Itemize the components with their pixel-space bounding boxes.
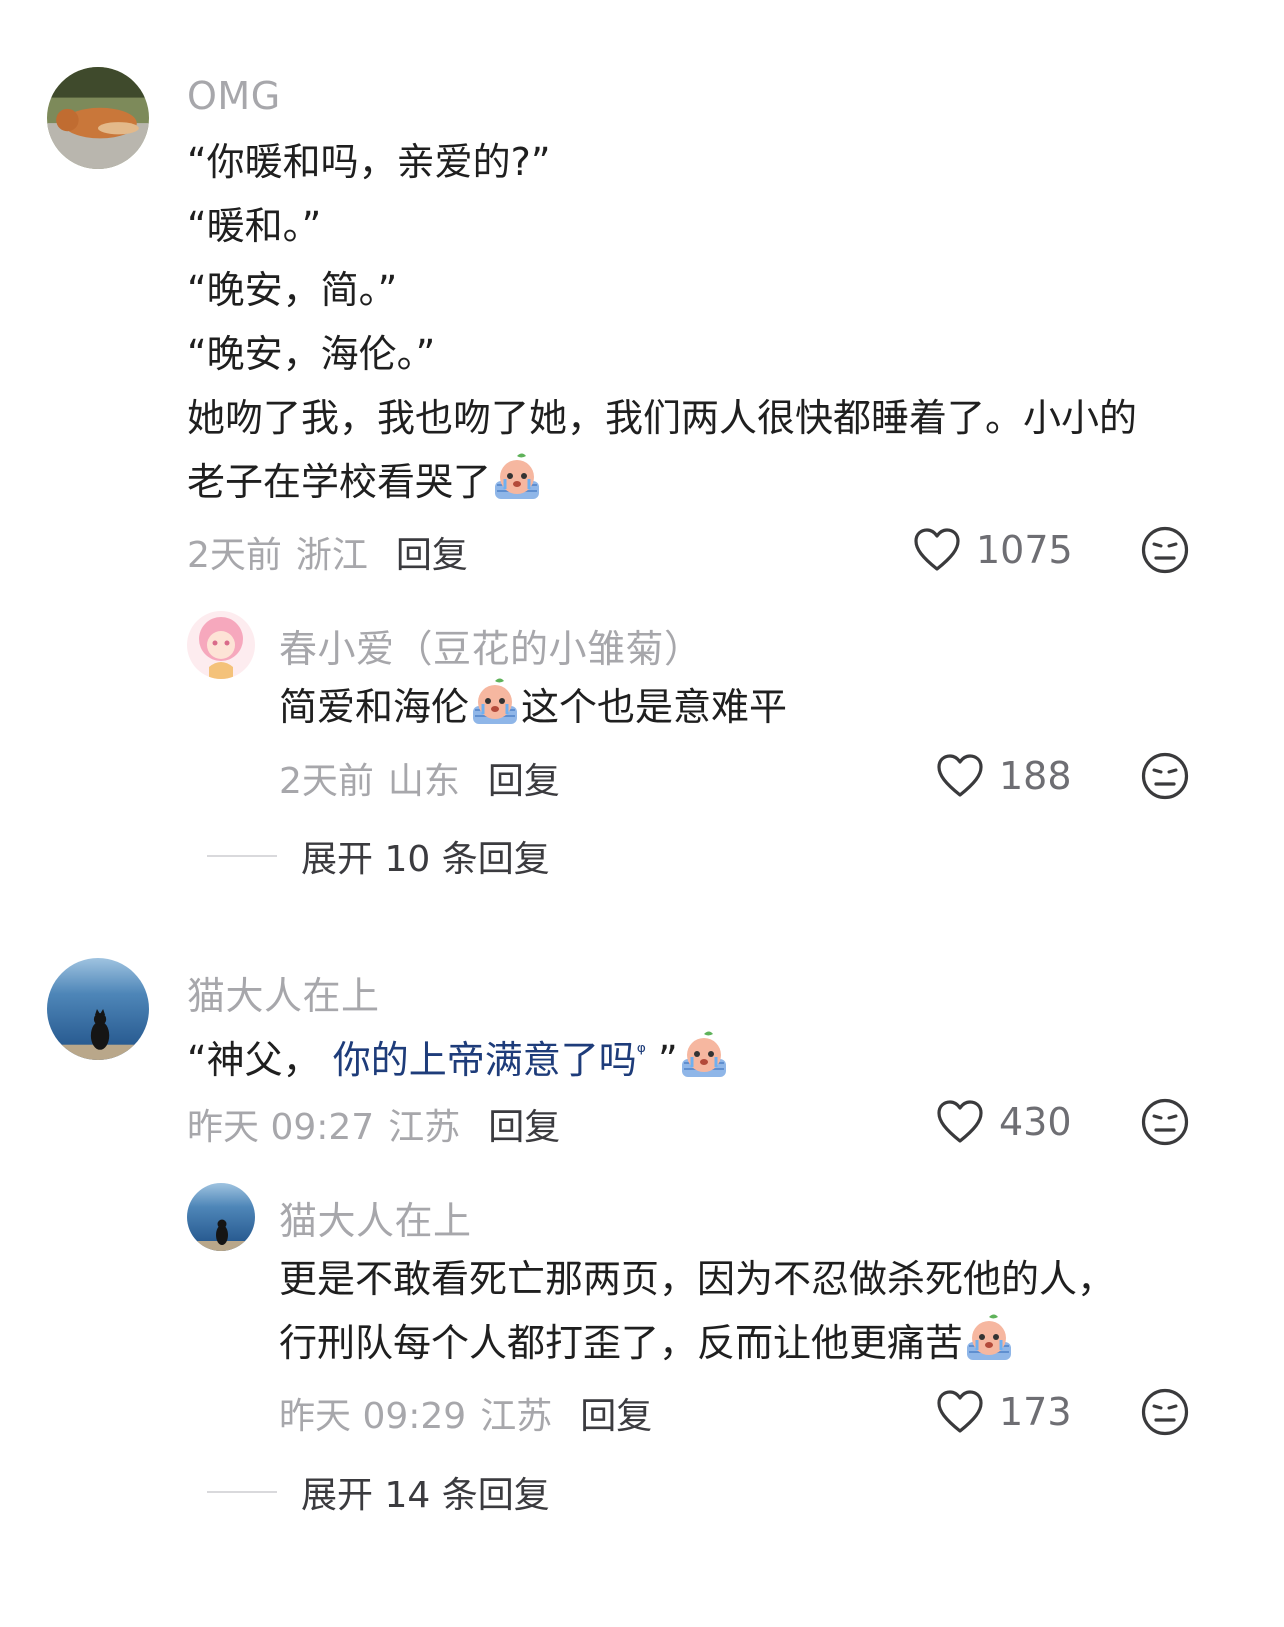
username[interactable]: OMG [187,74,281,118]
reply-text: 更是不敢看死亡那两页，因为不忍做杀死他的人， 行刑队每个人都打歪了，反而让他更痛… [279,1247,1115,1375]
quote-close: ” [658,1038,678,1082]
heart-outline-icon [935,751,985,801]
avatar[interactable] [187,1183,255,1251]
username[interactable]: 猫大人在上 [187,965,380,1020]
comment-line: “晚安，简。” [187,268,398,312]
like-count: 173 [999,1390,1072,1434]
comment-location: 浙江 [295,535,368,576]
comment-location: 江苏 [388,1107,461,1148]
comment-meta: 昨天 09:27 江苏 回复 [187,1098,560,1150]
meh-face-icon [1141,1388,1189,1436]
reply-meta: 2天前 山东 回复 [279,752,560,804]
dislike-button[interactable] [1140,1387,1190,1437]
comment-meta: 2天前 浙江 回复 [187,526,468,578]
crying-emoji-icon [678,1029,730,1079]
like-button[interactable]: 173 [935,1384,1072,1440]
reply-location: 江苏 [480,1396,553,1437]
reply-button[interactable]: 回复 [488,1107,560,1148]
reply-text: 简爱和海伦 这个也是意难平 [279,675,787,739]
like-count: 430 [999,1100,1072,1144]
reply-line: 更是不敢看死亡那两页，因为不忍做杀死他的人， [279,1257,1116,1301]
comment-line: 她吻了我，我也吻了她，我们两人很快都睡着了。小小的 [187,396,1138,440]
comment-line-last: 老子在学校看哭了 [187,450,1137,514]
reply-button[interactable]: 回复 [396,535,468,576]
reply-time: 2天前 [279,761,374,802]
heart-outline-icon [935,1387,985,1437]
heart-outline-icon [935,1097,985,1147]
crying-emoji-icon [469,676,521,726]
avatar[interactable] [187,611,255,679]
divider [207,1491,277,1493]
like-button[interactable]: 188 [935,748,1072,804]
crying-emoji-icon [963,1312,1015,1362]
divider [207,855,277,857]
reply-meta: 昨天 09:29 江苏 回复 [279,1387,652,1439]
expand-replies-button[interactable]: 展开 10 条回复 [207,830,550,882]
comment-line: “暖和。” [187,204,322,248]
username[interactable]: 春小爱（豆花的小雏菊） [279,618,703,673]
comment-line: “你暖和吗，亲爱的?” [187,140,551,184]
dislike-button[interactable] [1140,751,1190,801]
like-count: 188 [999,754,1072,798]
reply-time: 昨天 09:29 [279,1396,467,1437]
reply-line-last: 行刑队每个人都打歪了，反而让他更痛苦 [279,1311,1115,1375]
comment-line: “神父， 你的上帝满意了吗ᵠ ” [187,1021,730,1085]
comment-time: 昨天 09:27 [187,1107,375,1148]
reply-location: 山东 [387,761,460,802]
expand-replies-label: 展开 14 条回复 [301,1475,550,1516]
dislike-button[interactable] [1140,1097,1190,1147]
meh-face-icon [1141,1098,1189,1146]
expand-replies-label: 展开 10 条回复 [301,839,550,880]
meh-face-icon [1141,526,1189,574]
search-link[interactable]: 你的上帝满意了吗 [333,1038,637,1082]
comment-text: “你暖和吗，亲爱的?” “暖和。” “晚安，简。” “晚安，海伦。” 她吻了我，… [187,130,1137,514]
reply-line: 行刑队每个人都打歪了，反而让他更痛苦 [279,1321,964,1365]
reply-button[interactable]: 回复 [580,1396,652,1437]
reply-line: 简爱和海伦 这个也是意难平 [279,675,787,739]
comment-time: 2天前 [187,535,282,576]
reply-text-after: 这个也是意难平 [521,685,788,729]
avatar[interactable] [47,958,149,1060]
reply-button[interactable]: 回复 [488,761,560,802]
username[interactable]: 猫大人在上 [279,1190,472,1245]
meh-face-icon [1141,752,1189,800]
reply-text-before: 简爱和海伦 [279,685,470,729]
quote-open: “神父， [187,1038,321,1082]
heart-outline-icon [912,525,962,575]
crying-emoji-icon [491,451,543,501]
comment-line: 老子在学校看哭了 [187,460,492,504]
avatar[interactable] [47,67,149,169]
like-button[interactable]: 430 [935,1094,1072,1150]
like-count: 1075 [976,528,1073,572]
like-button[interactable]: 1075 [912,522,1073,578]
dislike-button[interactable] [1140,525,1190,575]
comment-line: “晚安，海伦。” [187,332,436,376]
comment-text: “神父， 你的上帝满意了吗ᵠ ” [187,1021,730,1085]
search-icon[interactable]: ᵠ [637,1040,646,1065]
expand-replies-button[interactable]: 展开 14 条回复 [207,1466,550,1518]
comment-list: OMG “你暖和吗，亲爱的?” “暖和。” “晚安，简。” “晚安，海伦。” 她… [0,0,1284,1627]
